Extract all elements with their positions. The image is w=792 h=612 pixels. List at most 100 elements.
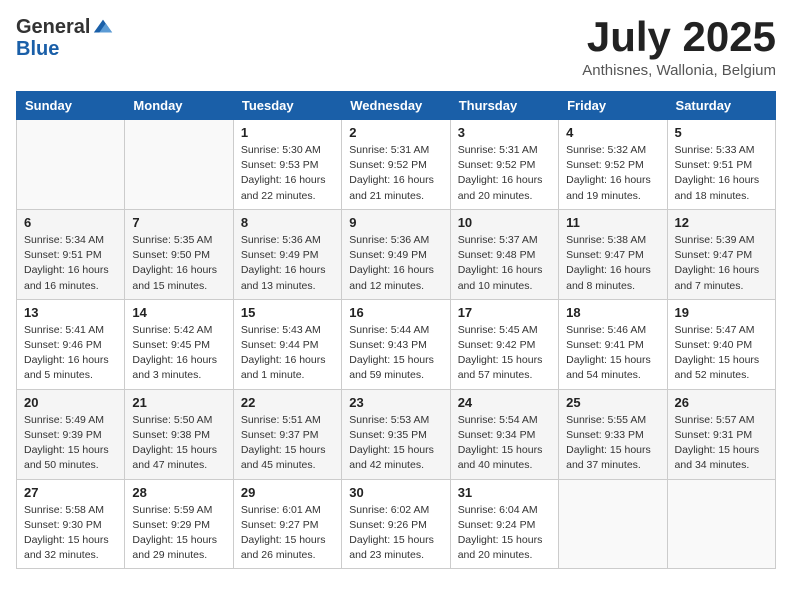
calendar-cell — [17, 120, 125, 210]
day-info: Sunrise: 5:32 AM Sunset: 9:52 PM Dayligh… — [566, 143, 659, 204]
day-number: 21 — [132, 395, 225, 410]
day-info: Sunrise: 5:43 AM Sunset: 9:44 PM Dayligh… — [241, 323, 334, 384]
calendar-cell: 26Sunrise: 5:57 AM Sunset: 9:31 PM Dayli… — [667, 389, 775, 479]
day-number: 18 — [566, 305, 659, 320]
weekday-header: Sunday — [17, 92, 125, 120]
calendar-cell: 2Sunrise: 5:31 AM Sunset: 9:52 PM Daylig… — [342, 120, 450, 210]
calendar-cell: 22Sunrise: 5:51 AM Sunset: 9:37 PM Dayli… — [233, 389, 341, 479]
day-info: Sunrise: 5:53 AM Sunset: 9:35 PM Dayligh… — [349, 413, 442, 474]
day-info: Sunrise: 5:57 AM Sunset: 9:31 PM Dayligh… — [675, 413, 768, 474]
day-number: 28 — [132, 485, 225, 500]
calendar-cell: 29 Sunrise: 6:01 AM Sunset: 9:27 PM Dayli… — [233, 479, 341, 569]
calendar-cell: 18 Sunrise: 5:46 AM Sunset: 9:41 PM Dayli… — [559, 299, 667, 389]
calendar-cell: 6 Sunrise: 5:34 AM Sunset: 9:51 PM Daylig… — [17, 209, 125, 299]
calendar-cell: 7 Sunrise: 5:35 AM Sunset: 9:50 PM Daylig… — [125, 209, 233, 299]
calendar-week-row: 13Sunrise: 5:41 AM Sunset: 9:46 PM Dayli… — [17, 299, 776, 389]
calendar-cell: 5Sunrise: 5:33 AM Sunset: 9:51 PM Daylig… — [667, 120, 775, 210]
calendar-cell: 13Sunrise: 5:41 AM Sunset: 9:46 PM Dayli… — [17, 299, 125, 389]
calendar-cell: 10 Sunrise: 5:37 AM Sunset: 9:48 PM Dayli… — [450, 209, 558, 299]
day-info: Sunrise: 5:54 AM Sunset: 9:34 PM Dayligh… — [458, 413, 551, 474]
calendar-cell: 23 Sunrise: 5:53 AM Sunset: 9:35 PM Dayli… — [342, 389, 450, 479]
day-info: Sunrise: 5:38 AM Sunset: 9:47 PM Dayligh… — [566, 233, 659, 294]
calendar-cell: 4Sunrise: 5:32 AM Sunset: 9:52 PM Daylig… — [559, 120, 667, 210]
calendar-cell: 31 Sunrise: 6:04 AM Sunset: 9:24 PM Dayli… — [450, 479, 558, 569]
day-info: Sunrise: 5:59 AM Sunset: 9:29 PM Dayligh… — [132, 503, 225, 564]
day-info: Sunrise: 6:04 AM Sunset: 9:24 PM Dayligh… — [458, 503, 551, 564]
day-number: 17 — [458, 305, 551, 320]
calendar-table: SundayMondayTuesdayWednesdayThursdayFrid… — [16, 91, 776, 569]
day-info: Sunrise: 5:33 AM Sunset: 9:51 PM Dayligh… — [675, 143, 768, 204]
day-info: Sunrise: 5:39 AM Sunset: 9:47 PM Dayligh… — [675, 233, 768, 294]
calendar-cell: 3 Sunrise: 5:31 AM Sunset: 9:52 PM Daylig… — [450, 120, 558, 210]
day-number: 24 — [458, 395, 551, 410]
day-info: Sunrise: 6:02 AM Sunset: 9:26 PM Dayligh… — [349, 503, 442, 564]
day-info: Sunrise: 5:50 AM Sunset: 9:38 PM Dayligh… — [132, 413, 225, 474]
day-info: Sunrise: 5:31 AM Sunset: 9:52 PM Dayligh… — [458, 143, 551, 204]
weekday-header: Friday — [559, 92, 667, 120]
day-info: Sunrise: 5:46 AM Sunset: 9:41 PM Dayligh… — [566, 323, 659, 384]
day-info: Sunrise: 5:47 AM Sunset: 9:40 PM Dayligh… — [675, 323, 768, 384]
page-header: General Blue July 2025 Anthisnes, Wallon… — [16, 16, 776, 79]
day-info: Sunrise: 5:34 AM Sunset: 9:51 PM Dayligh… — [24, 233, 117, 294]
calendar-cell: 28 Sunrise: 5:59 AM Sunset: 9:29 PM Dayli… — [125, 479, 233, 569]
day-number: 23 — [349, 395, 442, 410]
day-number: 2 — [349, 125, 442, 140]
day-number: 9 — [349, 215, 442, 230]
calendar-cell — [125, 120, 233, 210]
day-number: 7 — [132, 215, 225, 230]
day-info: Sunrise: 5:35 AM Sunset: 9:50 PM Dayligh… — [132, 233, 225, 294]
day-number: 6 — [24, 215, 117, 230]
day-info: Sunrise: 5:30 AM Sunset: 9:53 PM Dayligh… — [241, 143, 334, 204]
day-info: Sunrise: 5:36 AM Sunset: 9:49 PM Dayligh… — [349, 233, 442, 294]
day-number: 11 — [566, 215, 659, 230]
calendar-cell: 1Sunrise: 5:30 AM Sunset: 9:53 PM Daylig… — [233, 120, 341, 210]
day-number: 10 — [458, 215, 551, 230]
day-info: Sunrise: 6:01 AM Sunset: 9:27 PM Dayligh… — [241, 503, 334, 564]
title-block: July 2025 Anthisnes, Wallonia, Belgium — [582, 16, 776, 79]
calendar-cell — [667, 479, 775, 569]
location: Anthisnes, Wallonia, Belgium — [582, 62, 776, 79]
day-number: 3 — [458, 125, 551, 140]
day-number: 15 — [241, 305, 334, 320]
weekday-header: Wednesday — [342, 92, 450, 120]
day-number: 20 — [24, 395, 117, 410]
day-number: 12 — [675, 215, 768, 230]
calendar-week-row: 27Sunrise: 5:58 AM Sunset: 9:30 PM Dayli… — [17, 479, 776, 569]
day-info: Sunrise: 5:41 AM Sunset: 9:46 PM Dayligh… — [24, 323, 117, 384]
day-number: 31 — [458, 485, 551, 500]
logo-icon — [92, 16, 114, 38]
day-info: Sunrise: 5:44 AM Sunset: 9:43 PM Dayligh… — [349, 323, 442, 384]
weekday-header: Tuesday — [233, 92, 341, 120]
calendar-cell: 14 Sunrise: 5:42 AM Sunset: 9:45 PM Dayli… — [125, 299, 233, 389]
calendar-cell: 25Sunrise: 5:55 AM Sunset: 9:33 PM Dayli… — [559, 389, 667, 479]
weekday-header: Monday — [125, 92, 233, 120]
calendar-cell: 17 Sunrise: 5:45 AM Sunset: 9:42 PM Dayli… — [450, 299, 558, 389]
calendar-cell: 15 Sunrise: 5:43 AM Sunset: 9:44 PM Dayli… — [233, 299, 341, 389]
day-number: 27 — [24, 485, 117, 500]
day-info: Sunrise: 5:37 AM Sunset: 9:48 PM Dayligh… — [458, 233, 551, 294]
calendar-cell: 8Sunrise: 5:36 AM Sunset: 9:49 PM Daylig… — [233, 209, 341, 299]
calendar-cell — [559, 479, 667, 569]
calendar-cell: 20Sunrise: 5:49 AM Sunset: 9:39 PM Dayli… — [17, 389, 125, 479]
day-number: 29 — [241, 485, 334, 500]
calendar-cell: 19Sunrise: 5:47 AM Sunset: 9:40 PM Dayli… — [667, 299, 775, 389]
logo-general: General — [16, 16, 90, 38]
logo: General Blue — [16, 16, 114, 60]
calendar-cell: 21 Sunrise: 5:50 AM Sunset: 9:38 PM Dayli… — [125, 389, 233, 479]
calendar-week-row: 20Sunrise: 5:49 AM Sunset: 9:39 PM Dayli… — [17, 389, 776, 479]
calendar-cell: 30Sunrise: 6:02 AM Sunset: 9:26 PM Dayli… — [342, 479, 450, 569]
calendar-cell: 12 Sunrise: 5:39 AM Sunset: 9:47 PM Dayli… — [667, 209, 775, 299]
day-info: Sunrise: 5:42 AM Sunset: 9:45 PM Dayligh… — [132, 323, 225, 384]
day-number: 8 — [241, 215, 334, 230]
day-info: Sunrise: 5:51 AM Sunset: 9:37 PM Dayligh… — [241, 413, 334, 474]
weekday-header-row: SundayMondayTuesdayWednesdayThursdayFrid… — [17, 92, 776, 120]
day-number: 14 — [132, 305, 225, 320]
calendar-cell: 11 Sunrise: 5:38 AM Sunset: 9:47 PM Dayli… — [559, 209, 667, 299]
calendar-cell: 9 Sunrise: 5:36 AM Sunset: 9:49 PM Daylig… — [342, 209, 450, 299]
calendar-cell: 24 Sunrise: 5:54 AM Sunset: 9:34 PM Dayli… — [450, 389, 558, 479]
day-info: Sunrise: 5:45 AM Sunset: 9:42 PM Dayligh… — [458, 323, 551, 384]
calendar-week-row: 1Sunrise: 5:30 AM Sunset: 9:53 PM Daylig… — [17, 120, 776, 210]
logo-blue: Blue — [16, 38, 114, 60]
calendar-cell: 16Sunrise: 5:44 AM Sunset: 9:43 PM Dayli… — [342, 299, 450, 389]
day-info: Sunrise: 5:55 AM Sunset: 9:33 PM Dayligh… — [566, 413, 659, 474]
